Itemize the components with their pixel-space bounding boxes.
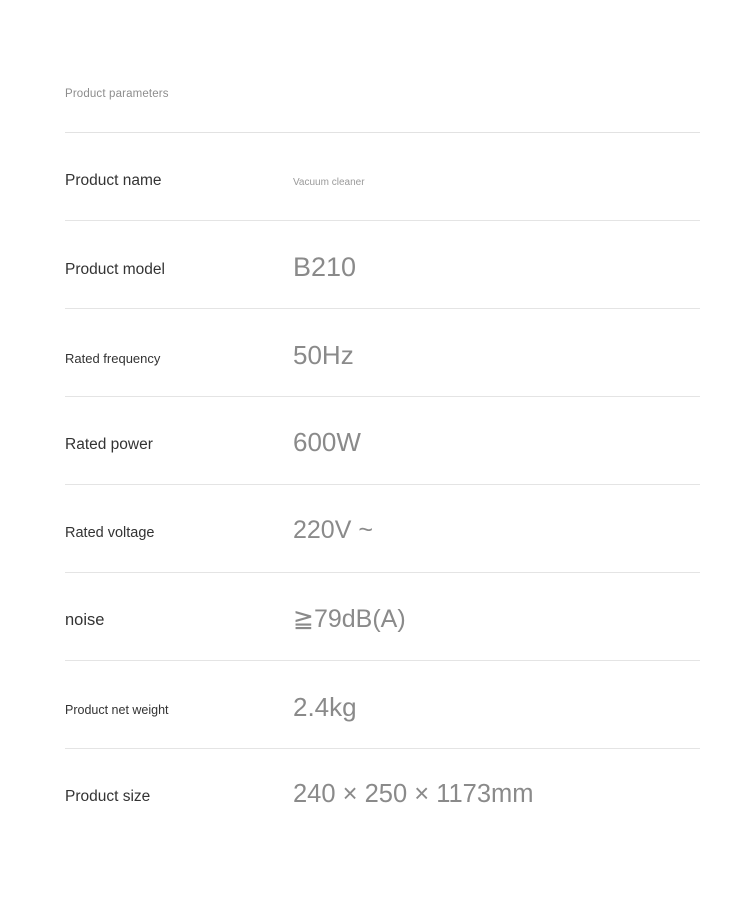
table-row: noise ≧79dB(A): [65, 572, 700, 660]
parameter-label: Product model: [65, 261, 165, 278]
parameter-label: Rated power: [65, 436, 153, 453]
section-title: Product parameters: [65, 88, 169, 100]
parameter-table: Product name Vacuum cleaner Product mode…: [65, 132, 700, 836]
parameter-label: noise: [65, 611, 105, 629]
parameter-value: Vacuum cleaner: [293, 177, 365, 188]
parameter-value: ≧79dB(A): [293, 605, 406, 633]
table-row: Product model B210: [65, 220, 700, 308]
parameter-value: 240 × 250 × 1173mm: [293, 780, 534, 808]
table-row: Product size 240 × 250 × 1173mm: [65, 748, 700, 836]
parameter-value: 2.4kg: [293, 692, 357, 722]
product-parameters-sheet: Product parameters Product name Vacuum c…: [0, 0, 750, 900]
parameter-value: B210: [293, 252, 357, 282]
table-row: Rated voltage 220V ~: [65, 484, 700, 572]
table-row: Product net weight 2.4kg: [65, 660, 700, 748]
parameter-label: Rated frequency: [65, 351, 161, 366]
parameter-value: 600W: [293, 427, 361, 457]
table-row: Product name Vacuum cleaner: [65, 132, 700, 220]
parameter-label: Product size: [65, 788, 151, 805]
parameter-label: Product net weight: [65, 703, 169, 717]
table-row: Rated frequency 50Hz: [65, 308, 700, 396]
table-row: Rated power 600W: [65, 396, 700, 484]
parameter-value: 220V ~: [293, 516, 373, 544]
parameter-value: 50Hz: [293, 340, 354, 370]
parameter-label: Rated voltage: [65, 525, 155, 541]
parameter-label: Product name: [65, 172, 162, 189]
